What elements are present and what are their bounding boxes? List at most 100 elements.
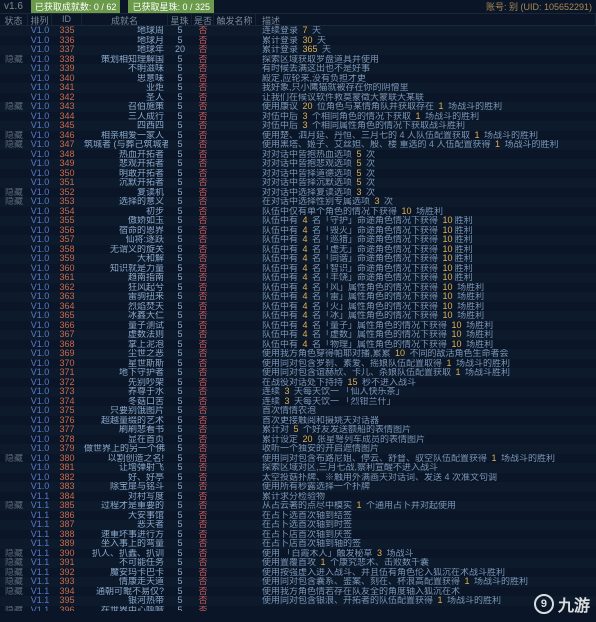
table-row[interactable]: V1.1386大安事馆5否在占卜选首次轴到结签 bbox=[0, 511, 596, 521]
table-row[interactable]: V1.0383除宝扉与铭斗5否使用所有秒露选择一个扑牌 bbox=[0, 482, 596, 492]
table-row[interactable]: V1.0350明敢开拓者5否对对话中皆择道德选项 5 次 bbox=[0, 169, 596, 179]
table-row[interactable]: V1.0335地球周5否连续登录 7 天 bbox=[0, 26, 596, 36]
table-row[interactable]: V1.0340思意味5否殿定,应轮来,没有负担才更 bbox=[0, 74, 596, 84]
col-status[interactable]: 状态 bbox=[0, 14, 28, 25]
table-row[interactable]: V1.1387恶天者5否在占卜选首次轴到时签 bbox=[0, 520, 596, 530]
table-row[interactable]: V1.0356宿命的恩界5否队伍中有 4 名「毁灭」命途角色情况下获得 10胜利 bbox=[0, 226, 596, 236]
table-row[interactable]: V1.0372先别吵架5否在战役对话处下持持 15 秒不进入战斗 bbox=[0, 378, 596, 388]
table-row[interactable]: 隐藏V1.1394通朝可鲲不易仅?5否使用我方角色情若存在队友全的角度轴入狐沉在… bbox=[0, 587, 596, 597]
cell-order: V1.1 bbox=[28, 596, 52, 606]
table-row[interactable]: V1.0371地下守护者5否使用同对包含谊赫欣、卡儿、杀娘队伍配置获取 1 场战… bbox=[0, 368, 596, 378]
table-row[interactable]: V1.0379做世界上的另一个佛5否收听一个独安的开启遮情图片 bbox=[0, 444, 596, 454]
table-row[interactable]: V1.0369尘世之恶5否使用我方角色穿得帕耶对播,累累 10 不同的敌活角色生… bbox=[0, 349, 596, 359]
table-row[interactable]: V1.0382好、好亭5否太空投菇扑牌、※触用外满画天对话词、发送 4 次准文句… bbox=[0, 473, 596, 483]
table-row[interactable]: V1.0364烈焰焚天5否队伍中有 4 名「火」属性角色的情况下获得 10 场胜… bbox=[0, 302, 596, 312]
table-row[interactable]: 隐藏V1.1385过程才是重要的5否从占云著的点尽中模实 1 个通用占卜并对起使… bbox=[0, 501, 596, 511]
cell-flag: 否 bbox=[192, 235, 214, 245]
table-row[interactable]: V1.0376超越量缀的艺术5否首次更接触阅和摄姚天对话器 bbox=[0, 416, 596, 426]
table-row[interactable]: V1.0342圣人5否让我们在候议软件救莫蒙徵大蒙联大某联 bbox=[0, 93, 596, 103]
table-row[interactable]: 隐藏V1.0353选择的意义5否在对话中选择性别专属选项 3 次 bbox=[0, 197, 596, 207]
table-row[interactable]: V1.0354初步5否队伍中仅有单个角色的情况下获得 10 场胜利 bbox=[0, 207, 596, 217]
table-row[interactable]: 隐藏V1.0338策划相知理解国5否探索区域获取罗盘道具并使用 bbox=[0, 55, 596, 65]
col-order[interactable]: 排列 bbox=[28, 14, 52, 25]
cell-desc: 在占卜店首次轴到轴的签 bbox=[256, 539, 596, 549]
cell-trigger bbox=[214, 359, 256, 369]
table-row[interactable]: V1.0339不明滋味5否有时候丢满这出也不是好事 bbox=[0, 64, 596, 74]
cell-star: 5 bbox=[168, 226, 192, 236]
cell-order: V1.1 bbox=[28, 520, 52, 530]
cell-name: 除宝扉与铭斗 bbox=[82, 482, 168, 492]
cell-status bbox=[0, 321, 28, 331]
table-row[interactable]: 隐藏V1.0380以割创造之名!5否使用同对包含布路尼姐、停云、舒督、驭空队伍配… bbox=[0, 454, 596, 464]
table-row[interactable]: V1.1388速重坏事进行方5否在占卜店首次轴到厌签 bbox=[0, 530, 596, 540]
table-row[interactable]: 隐藏V1.1391不可能任务5否使用置覆首攻 1 个康究悲术、击败数千囊 bbox=[0, 558, 596, 568]
cell-star: 5 bbox=[168, 273, 192, 283]
table-row[interactable]: V1.0360知识就是力量5否队伍中有 4 名「智识」命途角色情况下获得 10胜… bbox=[0, 264, 596, 274]
col-name[interactable]: 成就名 bbox=[82, 14, 168, 25]
col-desc[interactable]: 描述 bbox=[256, 14, 596, 25]
cell-flag: 否 bbox=[192, 93, 214, 103]
table-row[interactable]: V1.0336地球月5否累计登录 30 天 bbox=[0, 36, 596, 46]
table-row[interactable]: 隐藏V1.0347筑城者 (与葬己筑城者)5否使用黑塔、姬子、艾丝妲、殷、楼 重… bbox=[0, 140, 596, 150]
table-row[interactable]: V1.0344三人成行5否对伍中后 3 个相同角色的情况下获取 1 场战斗的胜利 bbox=[0, 112, 596, 122]
cell-order: V1.0 bbox=[28, 321, 52, 331]
table-row[interactable]: V1.0366量子测试5否队伍中有 4 名「量子」属性角色的情况下获得 10 场… bbox=[0, 321, 596, 331]
table-row[interactable]: V1.1395银河热带5否使用同对包含银浪、开拓者的队伍配置获得 1 场战斗的胜… bbox=[0, 596, 596, 606]
table-row[interactable]: V1.0370星世斯斯5否使用同对包含罗刹、素爱、摇娘队伍配置取得 1 场战斗的… bbox=[0, 359, 596, 369]
table-row[interactable]: V1.1384对村写度5否累计求分检验物 bbox=[0, 492, 596, 502]
cell-desc: 使用楚、泗月延、丹恒、三月七的 4 人队伍配置获取 1 场战斗的胜利 bbox=[256, 131, 596, 141]
cell-name: 宿命的恩界 bbox=[82, 226, 168, 236]
table-row[interactable]: V1.0381让增弹射飞5否探索区域对区,三月七战,察利宣醒不进入战斗 bbox=[0, 463, 596, 473]
table-row[interactable]: V1.0375只要别饿图片5否首次情情农泡 bbox=[0, 406, 596, 416]
cell-id: 384 bbox=[52, 492, 82, 502]
table-row[interactable]: V1.0357仙将:逐跃5否队伍中有 4 名「巡猎」命途角色情况下获得 10胜利 bbox=[0, 235, 596, 245]
table-row[interactable]: V1.0341业炬5否我好象,只小鹰猫就被存在你的阴憎里 bbox=[0, 83, 596, 93]
table-row[interactable]: V1.1389坐入事上的弯量5否在占卜店首次轴到轴的签 bbox=[0, 539, 596, 549]
table-row[interactable]: 隐藏V1.1396在世界中心呼喊5否 bbox=[0, 606, 596, 612]
cell-trigger bbox=[214, 45, 256, 55]
table-row[interactable]: 隐藏V1.0352复读机5否对对话中选择复读选项 3 次 bbox=[0, 188, 596, 198]
table-row[interactable]: 隐藏V1.1390扒人、扒蠹、扒训5否使用 「白霞木人」触发秘草 3 场战斗 bbox=[0, 549, 596, 559]
cell-star: 5 bbox=[168, 482, 192, 492]
table-row[interactable]: V1.0367虚数法则5否队伍中有 4 名「虚数」属性角色的情况下获得 10 场… bbox=[0, 330, 596, 340]
col-star[interactable]: 星珠 bbox=[168, 14, 192, 25]
table-row[interactable]: V1.0373养尊于水5否连续 3 天每天饮一 「仙人快乐茶」 bbox=[0, 387, 596, 397]
table-row[interactable]: V1.0359大和解5否队伍中有 4 名「同谐」命途角色情况下获得 10胜利 bbox=[0, 254, 596, 264]
col-flag[interactable]: 是否 bbox=[192, 14, 214, 25]
table-row[interactable]: 隐藏V1.0343召伯施策5否使用康议 20 位角色与某情角队并获取存在 1 场… bbox=[0, 102, 596, 112]
table-row[interactable]: V1.0378显在首页5否累计设定 20 张星弩列车成员的表情图片 bbox=[0, 435, 596, 445]
cell-star: 5 bbox=[168, 112, 192, 122]
cell-order: V1.0 bbox=[28, 74, 52, 84]
cell-id: 382 bbox=[52, 473, 82, 483]
table-row[interactable]: V1.0351沉默开拓者5否对对话中皆择沉默选项 5 次 bbox=[0, 178, 596, 188]
table-row[interactable]: V1.0355傲娇如玉5否队伍中有 4 名「守护」命途角色情况下获得 10胜利 bbox=[0, 216, 596, 226]
table-row[interactable]: V1.0374冬菇口苦5否连续 3 天每天饮一 「烈钳兰什」 bbox=[0, 397, 596, 407]
col-id[interactable]: ID bbox=[52, 14, 82, 25]
table-row[interactable]: V1.0363雷驹扭来5否队伍中有 4 名「雷」属性角色的情况下获得 10 场胜… bbox=[0, 292, 596, 302]
cell-desc: 队伍中有 4 名「毁灭」命途角色情况下获得 10胜利 bbox=[256, 226, 596, 236]
table-row[interactable]: V1.0362狂风起兮5否队伍中有 4 名「风」属性角色的情况下获得 10 场胜… bbox=[0, 283, 596, 293]
table-row[interactable]: V1.0348热血开拓者5否对对话中皆抱热血选项 5 次 bbox=[0, 150, 596, 160]
cell-star: 5 bbox=[168, 397, 192, 407]
cell-trigger bbox=[214, 492, 256, 502]
cell-star: 5 bbox=[168, 587, 192, 597]
cell-status bbox=[0, 74, 28, 84]
table-row[interactable]: V1.0345四西四5否对伍中后 3 个相同属性角色的情况下获取战斗胜利 bbox=[0, 121, 596, 131]
table-row[interactable]: 隐藏V1.1392魔安玛卡巴卡5否使用按强虚入进入战斗、并且伍有角色伦入狐沉在术… bbox=[0, 568, 596, 578]
cell-flag: 否 bbox=[192, 368, 214, 378]
table-row[interactable]: V1.0358无谓义的旋关5否队伍中有 4 名「虚无」命途角色情况下获得 10胜… bbox=[0, 245, 596, 255]
table-row[interactable]: V1.0377刷刷悲看书5否累计对 5 个好友发送额船的表情图片 bbox=[0, 425, 596, 435]
table-row[interactable]: V1.0368掌上泥泡5否队伍中有 4 名「物理」属性角色的情况下获得 10 场… bbox=[0, 340, 596, 350]
cell-status bbox=[0, 520, 28, 530]
cell-trigger bbox=[214, 283, 256, 293]
table-row[interactable]: V1.0337地球年20否累计登录 365 天 bbox=[0, 45, 596, 55]
cell-trigger bbox=[214, 226, 256, 236]
cell-order: V1.1 bbox=[28, 501, 52, 511]
col-trigger[interactable]: 触发名称 bbox=[214, 14, 256, 25]
cell-trigger bbox=[214, 596, 256, 606]
table-row[interactable]: V1.0365冰鑫大仁5否队伍中有 4 名「冰」属性角色的情况下获得 10 场胜… bbox=[0, 311, 596, 321]
table-row[interactable]: 隐藏V1.0346相亲相爱一家人5否使用楚、泗月延、丹恒、三月七的 4 人队伍配… bbox=[0, 131, 596, 141]
table-row[interactable]: V1.0349悲观开拓者5否对对话中皆抱悲观选项 5 次 bbox=[0, 159, 596, 169]
table-row[interactable]: 隐藏V1.1393情康走天道5否使用同对包含囊系、鉴案、刻在、杯浪高配置获得 1… bbox=[0, 577, 596, 587]
table-row[interactable]: V1.0361趋南指南5否队伍中有 4 名「丰饶」命途角色情况下获得 10胜利 bbox=[0, 273, 596, 283]
